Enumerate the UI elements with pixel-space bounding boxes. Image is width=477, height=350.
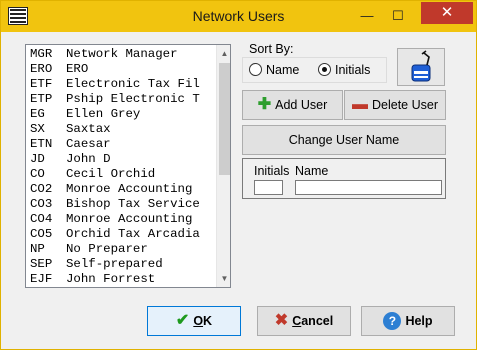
user-name: No Preparer (66, 242, 148, 256)
maximize-button[interactable]: ☐ (383, 1, 413, 32)
user-name: John D (66, 152, 111, 166)
user-initials: MGR (30, 47, 53, 61)
user-initials: ETP (30, 92, 53, 106)
list-item[interactable]: CO Cecil Orchid (26, 167, 216, 182)
sort-by-name-radio[interactable]: Name (249, 63, 299, 79)
user-initials: ETN (30, 137, 53, 151)
radio-label: Name (266, 63, 300, 77)
users-list: MGR Network Manager ERO ERO ETF Electronic … (26, 47, 216, 287)
sort-by-label: Sort By: (249, 42, 294, 56)
user-name: Caesar (66, 137, 111, 151)
list-item[interactable]: SX Saxtax (26, 122, 216, 137)
minimize-button[interactable]: — (352, 1, 382, 32)
plus-icon: ✚ (257, 96, 272, 113)
user-name: John Forrest (66, 272, 156, 286)
user-name: Electronic Tax Fil (66, 77, 200, 91)
radio-circle-selected (318, 63, 331, 76)
user-name: Orchid Tax Arcadia (66, 227, 200, 241)
sort-by-group: Name Initials (242, 57, 387, 83)
user-initials: ETF (30, 77, 53, 91)
add-user-label: Add User (275, 98, 328, 112)
list-item[interactable]: CO5 Orchid Tax Arcadia (26, 227, 216, 242)
user-edit-group: Initials Name (242, 158, 446, 199)
list-item[interactable]: CO2 Monroe Accounting (26, 182, 216, 197)
list-item[interactable]: ETF Electronic Tax Fil (26, 77, 216, 92)
help-button[interactable]: ? Help (361, 306, 455, 336)
user-name: Monroe Accounting (66, 212, 193, 226)
list-item[interactable]: JD John D (26, 152, 216, 167)
user-name: Self-prepared (66, 257, 163, 271)
initials-label: Initials (254, 164, 290, 178)
scrollbar-thumb[interactable] (219, 63, 230, 175)
cancel-accelerator: C (292, 314, 302, 328)
user-name: Monroe Accounting (66, 182, 193, 196)
user-initials: SX (30, 122, 45, 136)
user-name: ERO (66, 62, 89, 76)
cancel-label: ancel (301, 314, 334, 328)
list-item[interactable]: NP No Preparer (26, 242, 216, 257)
user-name: Cecil Orchid (66, 167, 156, 181)
list-scrollbar[interactable]: ▲ ▼ (216, 45, 230, 287)
network-connect-button[interactable] (397, 48, 445, 86)
ok-accelerator: O (193, 314, 204, 328)
user-initials: CO (30, 167, 45, 181)
user-initials: CO5 (30, 227, 53, 241)
add-user-button[interactable]: ✚ Add User (242, 90, 343, 120)
user-name: Saxtax (66, 122, 111, 136)
users-listbox[interactable]: MGR Network Manager ERO ERO ETF Electronic … (25, 44, 231, 288)
user-initials: ERO (30, 62, 53, 76)
user-name: Ellen Grey (66, 107, 141, 121)
user-initials: SEP (30, 257, 53, 271)
network-plug-icon (411, 50, 431, 82)
sort-by-initials-radio[interactable]: Initials (318, 63, 370, 79)
list-item[interactable]: CO3 Bishop Tax Service (26, 197, 216, 212)
list-item[interactable]: CO4 Monroe Accounting (26, 212, 216, 227)
user-name: Bishop Tax Service (66, 197, 200, 211)
list-item[interactable]: ETN Caesar (26, 137, 216, 152)
list-item[interactable]: MGR Network Manager (26, 47, 216, 62)
list-item[interactable]: EJF John Forrest (26, 272, 216, 287)
ok-button[interactable]: ✔ OK (147, 306, 241, 336)
scroll-down-arrow-icon[interactable]: ▼ (217, 270, 230, 287)
user-initials: EG (30, 107, 45, 121)
name-label: Name (295, 164, 329, 178)
scroll-up-arrow-icon[interactable]: ▲ (217, 45, 230, 62)
question-icon: ? (383, 312, 402, 330)
ok-label: K (203, 314, 213, 328)
name-input[interactable] (295, 180, 442, 195)
list-item[interactable]: EG Ellen Grey (26, 107, 216, 122)
help-label: Help (405, 314, 433, 328)
delete-user-label: Delete User (372, 98, 438, 112)
list-item[interactable]: ERO ERO (26, 62, 216, 77)
delete-user-button[interactable]: ▬ Delete User (344, 90, 446, 120)
checkmark-icon: ✔ (175, 312, 190, 329)
change-user-name-button[interactable]: Change User Name (242, 125, 446, 155)
user-initials: NP (30, 242, 45, 256)
user-name: Pship Electronic T (66, 92, 200, 106)
user-initials: JD (30, 152, 45, 166)
list-item[interactable]: ETP Pship Electronic T (26, 92, 216, 107)
radio-label: Initials (335, 63, 371, 77)
radio-circle (249, 63, 262, 76)
title-bar[interactable]: Network Users — ☐ ✕ (1, 1, 476, 32)
user-initials: EJF (30, 272, 53, 286)
x-icon: ✖ (274, 312, 289, 329)
user-initials: CO2 (30, 182, 53, 196)
user-initials: CO4 (30, 212, 53, 226)
list-item[interactable]: SEP Self-prepared (26, 257, 216, 272)
minus-icon: ▬ (352, 96, 368, 113)
close-button[interactable]: ✕ (421, 2, 473, 24)
initials-input[interactable] (254, 180, 283, 195)
user-name: Network Manager (66, 47, 178, 61)
user-initials: CO3 (30, 197, 53, 211)
cancel-button[interactable]: ✖ Cancel (257, 306, 351, 336)
network-users-dialog: Network Users — ☐ ✕ MGR Network Manager E… (0, 0, 477, 350)
